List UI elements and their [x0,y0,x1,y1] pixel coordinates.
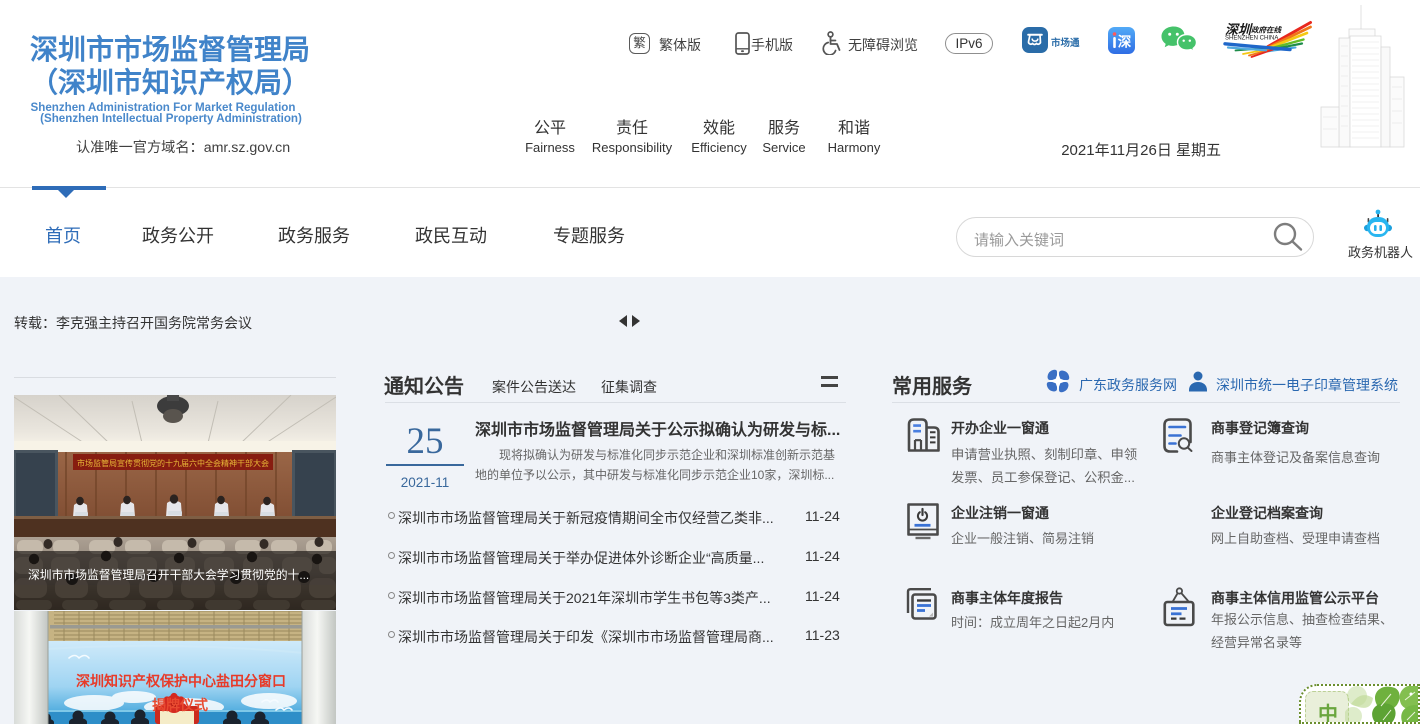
svg-text:市场监管局宣传贯彻党的十九届六中全会精神干部大会: 市场监管局宣传贯彻党的十九届六中全会精神干部大会 [77,458,269,468]
svg-text:政府在线: 政府在线 [1251,26,1282,35]
svg-text:SHENZHEN CHINA: SHENZHEN CHINA [1225,36,1278,42]
svg-text:深: 深 [1118,34,1132,50]
